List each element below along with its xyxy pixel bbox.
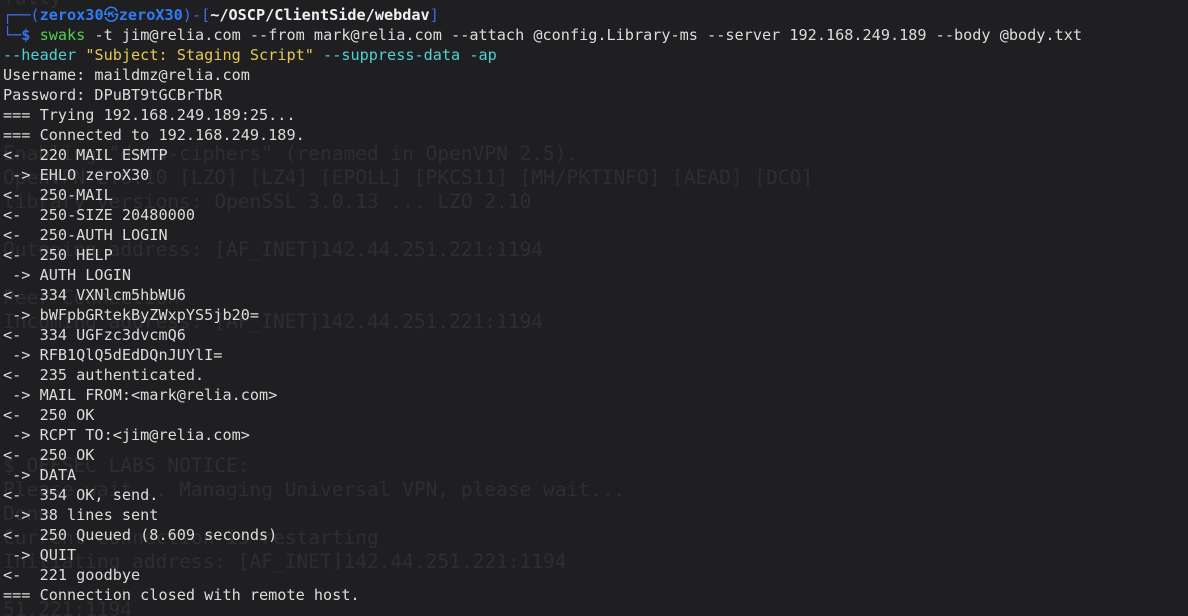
prompt-box-bottom: └─ [3, 26, 22, 44]
output-line: <- 334 VXNlcm5hbWU6 [3, 286, 186, 304]
prompt-header: ┌──(zerox30㉿zeroX30)-[~/OSCP/ClientSide/… [3, 5, 1188, 25]
output-line: <- 235 authenticated. [3, 366, 205, 384]
output-line: -> EHLO zeroX30 [3, 166, 150, 184]
output-line: <- 220 MAIL ESMTP [3, 146, 168, 164]
prompt-dollar: $ [21, 26, 31, 44]
output-line: -> 38 lines sent [3, 506, 159, 524]
command-args: -t jim@relia.com --from mark@relia.com -… [85, 26, 1082, 44]
output-line: <- 250 OK [3, 446, 95, 464]
prompt-user: zerox30 [39, 6, 104, 24]
output-line: <- 354 OK, send. [3, 486, 159, 504]
output-line: -> bWFpbGRtekByZWxpYS5jb20= [3, 306, 260, 324]
command-trailing-flags: --suppress-data -ap [313, 46, 497, 64]
prompt-box-top: ┌──( [3, 6, 40, 24]
output-line: <- 250 HELP [3, 246, 113, 264]
output-line: -> RFB1QlQ5dEdDQnJUYlI= [3, 346, 223, 364]
prompt-separator: )-[ [182, 6, 211, 24]
output-line: -> AUTH LOGIN [3, 266, 132, 284]
output-line: Username: maildmz@relia.com [3, 66, 250, 84]
output-line: -> MAIL FROM:<mark@relia.com> [3, 386, 278, 404]
output-line: <- 250-MAIL [3, 186, 113, 204]
prompt-host: zeroX30 [118, 6, 183, 24]
command-header-string: "Subject: Staging Script" [85, 46, 314, 64]
prompt-path: ~/OSCP/ClientSide/webdav [210, 6, 430, 24]
output-line: -> QUIT [3, 546, 77, 564]
output-line: <- 250-AUTH LOGIN [3, 226, 168, 244]
skull-icon: ㉿ [103, 6, 119, 24]
command-line-2[interactable]: --header "Subject: Staging Script" --sup… [3, 45, 1188, 65]
output-line: <- 250-SIZE 20480000 [3, 206, 196, 224]
output-line: -> RCPT TO:<jim@relia.com> [3, 426, 250, 444]
output-line: === Trying 192.168.249.189:25... [3, 106, 296, 124]
prompt-bracket-close: ] [429, 6, 439, 24]
command-program: swaks [39, 26, 86, 44]
command-line-1[interactable]: └─$ swaks -t jim@relia.com --from mark@r… [3, 25, 1188, 45]
output-line: === Connected to 192.168.249.189. [3, 126, 305, 144]
terminal-window[interactable]: fully Enabling "data-ciphers" (renamed i… [0, 0, 1188, 616]
output-line: <- 334 UGFzc3dvcmQ6 [3, 326, 186, 344]
output-line: <- 250 OK [3, 406, 95, 424]
output-line: -> DATA [3, 466, 77, 484]
output-line: Password: DPuBT9tGCBrTbR [3, 86, 223, 104]
output-line: <- 250 Queued (8.609 seconds) [3, 526, 278, 544]
output-line: === Connection closed with remote host. [3, 586, 360, 604]
command-header-flag: --header [3, 46, 77, 64]
terminal-output[interactable]: ┌──(zerox30㉿zeroX30)-[~/OSCP/ClientSide/… [3, 5, 1188, 605]
output-line: <- 221 goodbye [3, 566, 141, 584]
